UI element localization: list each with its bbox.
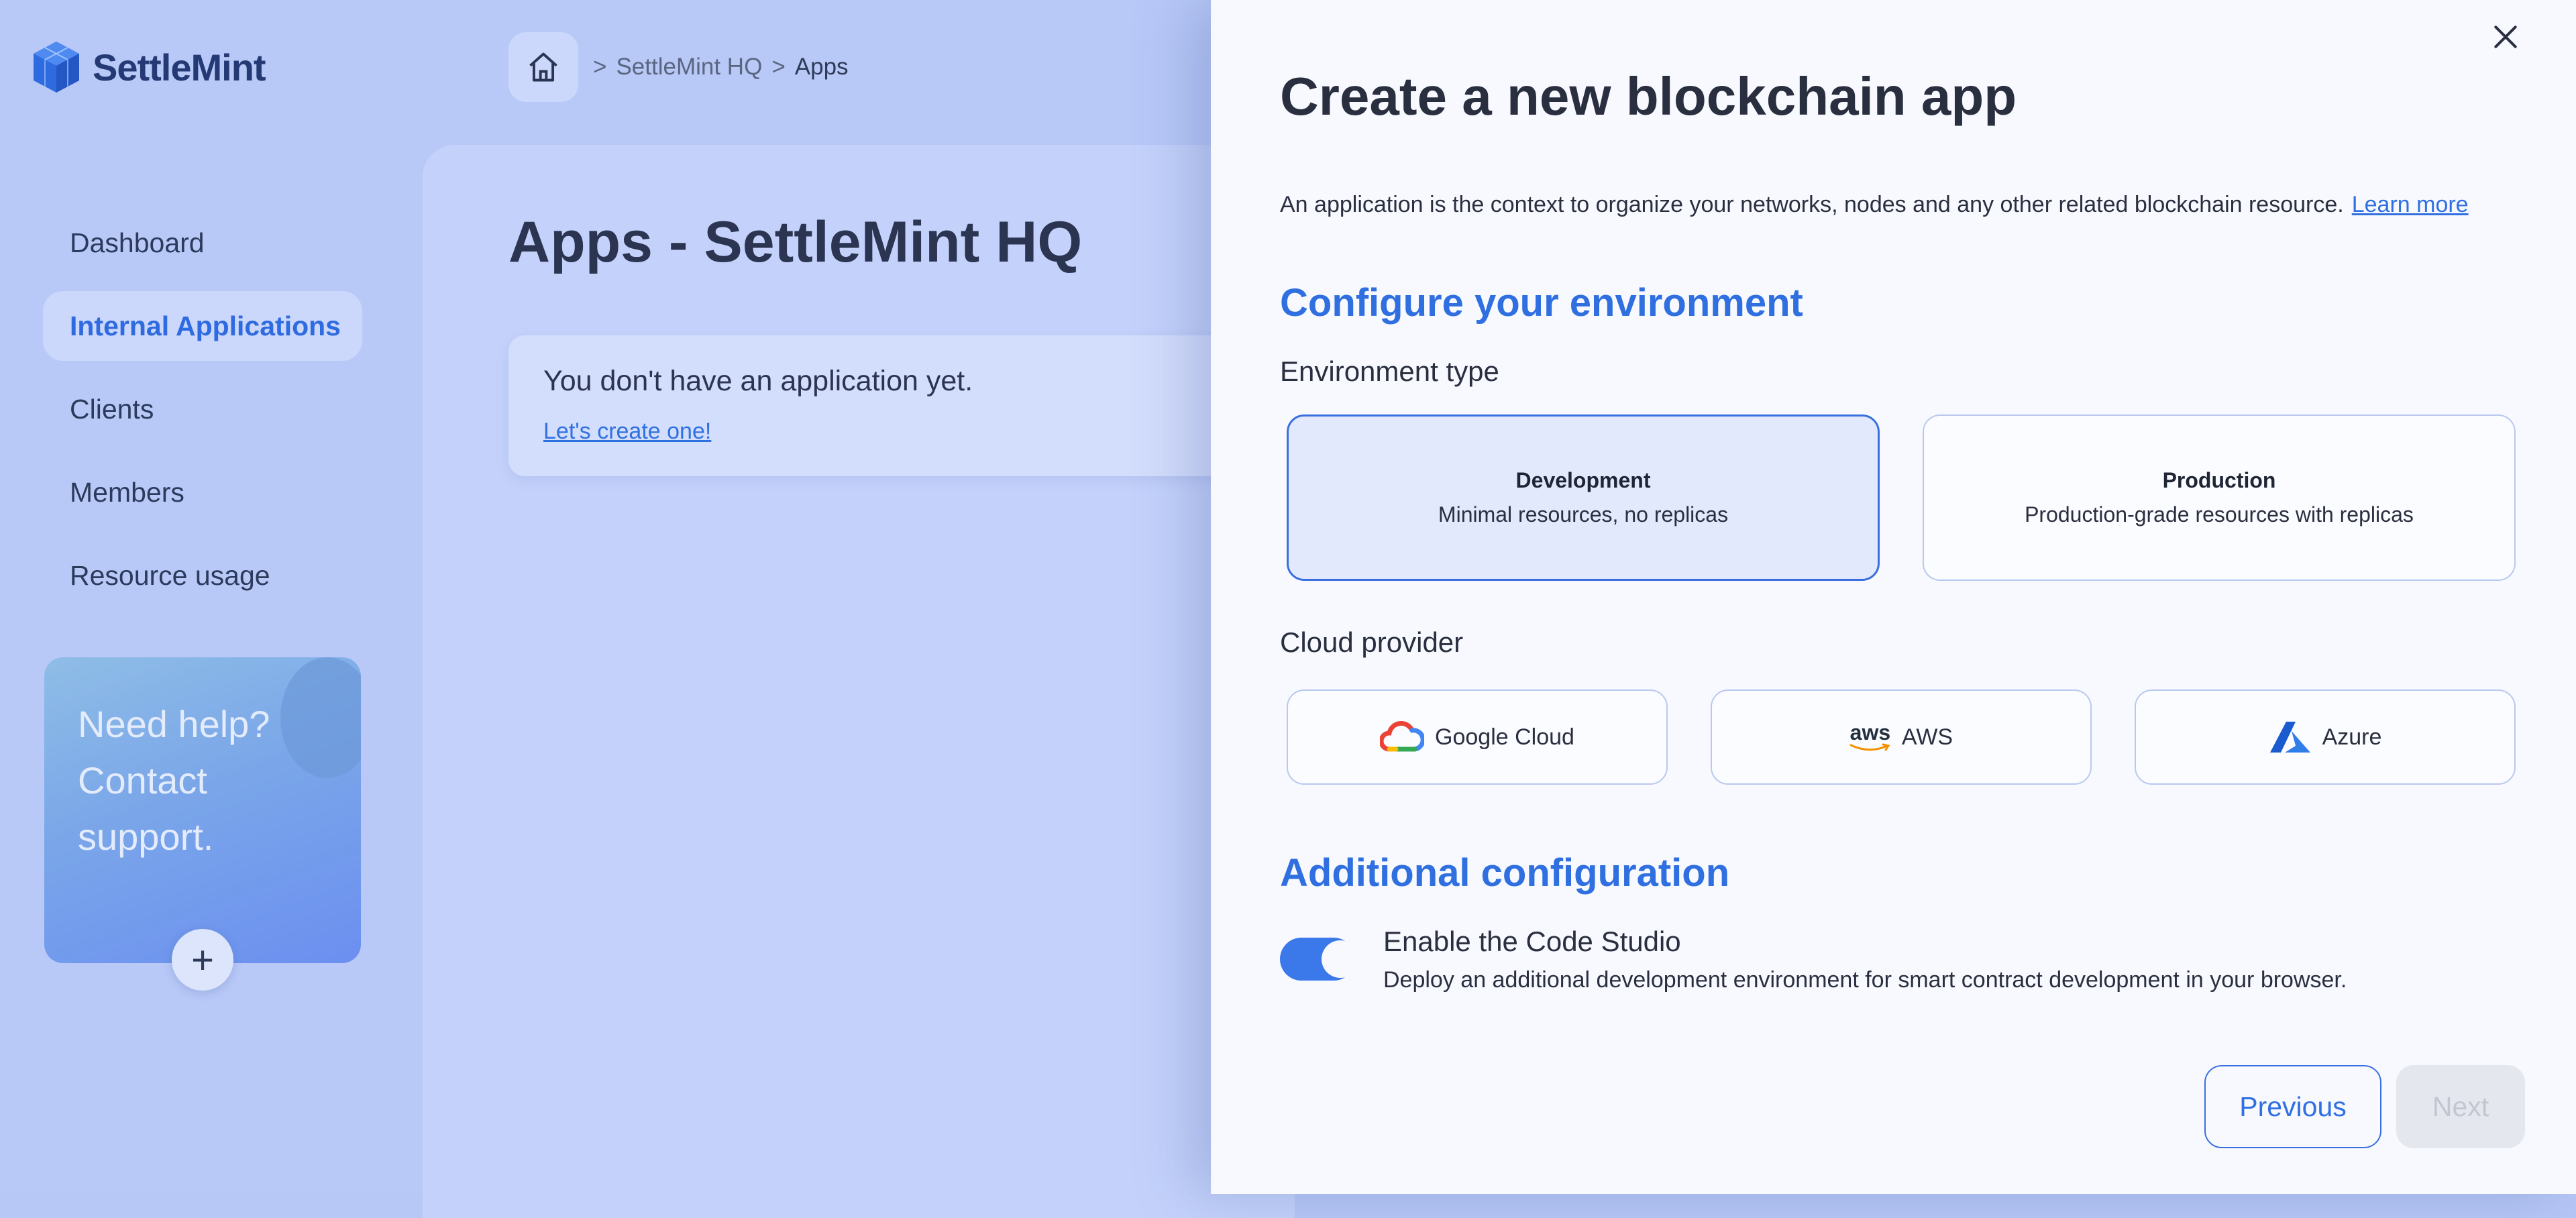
toggle-knob bbox=[1322, 940, 1359, 978]
env-option-production[interactable]: Production Production-grade resources wi… bbox=[1923, 414, 2516, 581]
help-text: Need help? Contact support. bbox=[78, 703, 270, 858]
brand-name: SettleMint bbox=[93, 46, 266, 89]
home-icon bbox=[529, 52, 557, 82]
cloud-provider-label: Cloud provider bbox=[1280, 626, 1464, 658]
cloud-option-google[interactable]: Google Cloud bbox=[1287, 689, 1668, 785]
env-option-development[interactable]: Development Minimal resources, no replic… bbox=[1287, 414, 1880, 581]
code-studio-description: Deploy an additional development environ… bbox=[1383, 967, 2347, 993]
google-cloud-icon bbox=[1380, 721, 1425, 752]
close-drawer-button[interactable] bbox=[2482, 13, 2529, 60]
breadcrumb-current: Apps bbox=[794, 54, 849, 80]
env-option-title: Development bbox=[1515, 468, 1651, 492]
cloud-option-aws[interactable]: aws AWS bbox=[1711, 689, 2092, 785]
environment-type-label: Environment type bbox=[1280, 355, 1499, 387]
create-app-link[interactable]: Let's create one! bbox=[543, 419, 711, 445]
breadcrumb-separator: > bbox=[771, 54, 786, 80]
next-button[interactable]: Next bbox=[2396, 1065, 2525, 1148]
create-app-drawer bbox=[1211, 0, 2576, 1194]
sidebar-item-internal-applications[interactable]: Internal Applications bbox=[43, 291, 362, 361]
settlemint-cube-icon bbox=[34, 42, 79, 93]
close-icon bbox=[2494, 25, 2517, 48]
configure-heading: Configure your environment bbox=[1280, 281, 1803, 325]
cloud-option-label: Google Cloud bbox=[1435, 724, 1574, 750]
brand-logo[interactable]: SettleMint bbox=[32, 40, 266, 94]
aws-icon: aws bbox=[1849, 722, 1891, 753]
sidebar-item-resource-usage[interactable]: Resource usage bbox=[43, 541, 362, 610]
breadcrumb-separator: > bbox=[593, 54, 607, 80]
app-shell: SettleMint Dashboard Internal Applicatio… bbox=[0, 0, 2576, 1218]
code-studio-toggle[interactable] bbox=[1280, 938, 1359, 981]
contact-support-button[interactable]: + bbox=[172, 929, 233, 991]
breadcrumb-workspace[interactable]: SettleMint HQ bbox=[616, 54, 762, 80]
cloud-option-azure[interactable]: Azure bbox=[2135, 689, 2516, 785]
cloud-option-label: AWS bbox=[1901, 724, 1953, 750]
cloud-option-label: Azure bbox=[2322, 724, 2382, 750]
env-option-title: Production bbox=[2162, 468, 2276, 492]
additional-config-heading: Additional configuration bbox=[1280, 851, 1730, 895]
drawer-description-text: An application is the context to organiz… bbox=[1280, 192, 2344, 217]
code-studio-title: Enable the Code Studio bbox=[1383, 926, 1681, 957]
sidebar-nav: Dashboard Internal Applications Clients … bbox=[43, 208, 362, 624]
drawer-description: An application is the context to organiz… bbox=[1280, 192, 2469, 218]
env-option-subtitle: Minimal resources, no replicas bbox=[1438, 502, 1729, 527]
azure-icon bbox=[2269, 722, 2310, 753]
env-option-subtitle: Production-grade resources with replicas bbox=[2025, 502, 2414, 527]
sidebar-item-members[interactable]: Members bbox=[43, 457, 362, 527]
main-panel bbox=[423, 145, 1295, 1218]
breadcrumb: > SettleMint HQ > Apps bbox=[593, 54, 849, 80]
empty-state-card: You don't have an application yet. Let's… bbox=[508, 335, 1313, 476]
sidebar-item-dashboard[interactable]: Dashboard bbox=[43, 208, 362, 278]
page-title: Apps - SettleMint HQ bbox=[508, 210, 1083, 274]
help-card[interactable]: Need help? Contact support. bbox=[44, 657, 361, 963]
learn-more-link[interactable]: Learn more bbox=[2352, 192, 2469, 217]
drawer-title: Create a new blockchain app bbox=[1280, 66, 2017, 126]
empty-state-title: You don't have an application yet. bbox=[543, 365, 973, 397]
home-button[interactable] bbox=[508, 32, 578, 102]
sidebar-item-clients[interactable]: Clients bbox=[43, 374, 362, 444]
previous-button[interactable]: Previous bbox=[2204, 1065, 2381, 1148]
